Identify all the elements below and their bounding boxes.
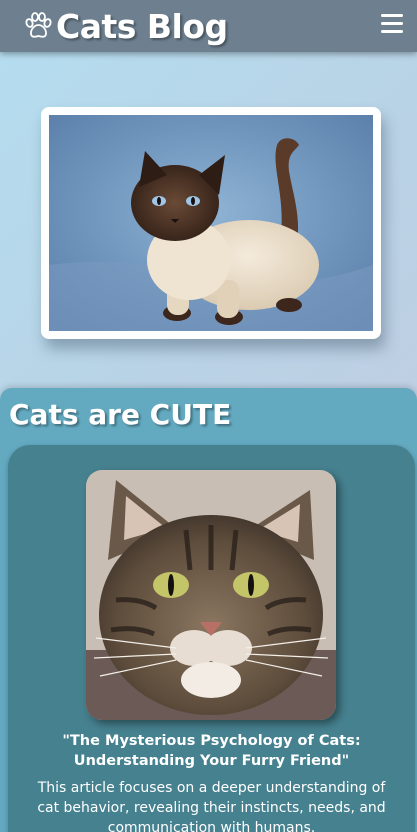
hero-image-card bbox=[41, 107, 381, 339]
article-excerpt: This article focuses on a deeper underst… bbox=[37, 780, 386, 832]
article-cat-image[interactable] bbox=[86, 470, 336, 720]
site-title: Cats Blog bbox=[56, 6, 228, 46]
featured-section: Cats are CUTE "The Mysterious Psychology… bbox=[0, 388, 417, 832]
menu-button[interactable] bbox=[381, 14, 403, 34]
paw-icon bbox=[25, 12, 52, 38]
article-title[interactable]: "The Mysterious Psychology of Cats: Unde… bbox=[28, 731, 395, 771]
site-logo[interactable]: Cats Blog bbox=[22, 7, 228, 46]
section-title: Cats are CUTE bbox=[9, 398, 232, 431]
tabby-cat-image bbox=[86, 470, 336, 720]
hamburger-menu-icon bbox=[381, 14, 403, 17]
hero-cat-image bbox=[49, 115, 373, 331]
site-header: Cats Blog bbox=[0, 0, 417, 52]
article-card[interactable]: "The Mysterious Psychology of Cats: Unde… bbox=[8, 445, 415, 832]
